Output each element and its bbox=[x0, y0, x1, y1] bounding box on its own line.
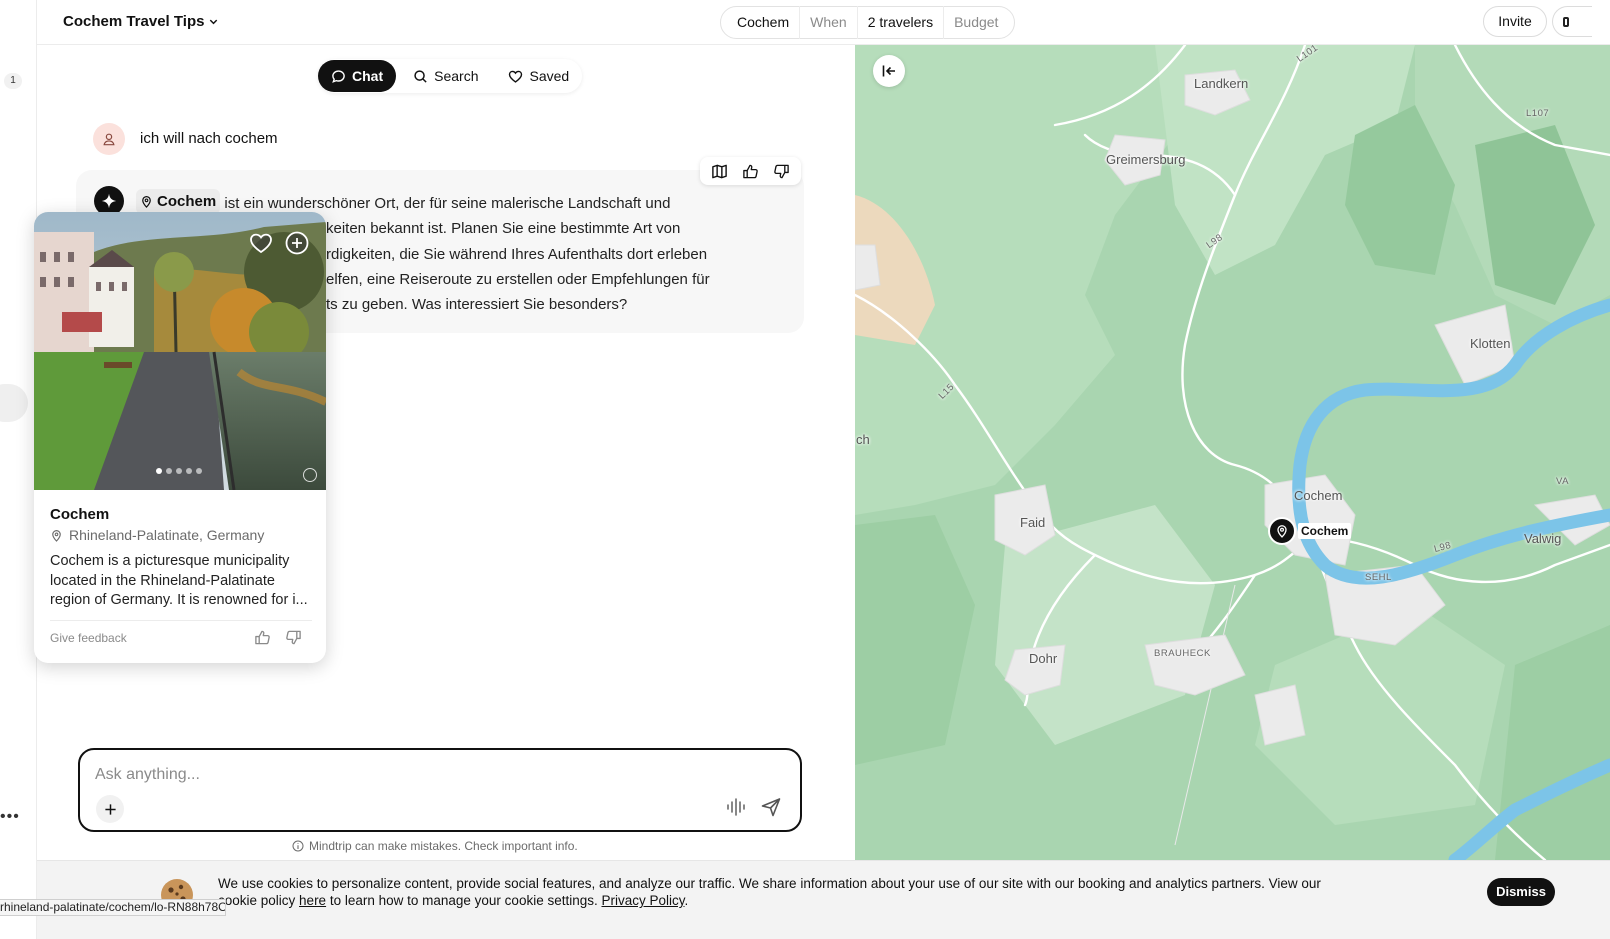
carousel-dot[interactable] bbox=[186, 468, 192, 474]
trip-details-bar: Cochem When 2 travelers Budget bbox=[720, 6, 1016, 39]
thumbs-down-button[interactable] bbox=[766, 157, 797, 185]
save-heart-icon[interactable] bbox=[248, 230, 274, 256]
disclaimer-text: Mindtrip can make mistakes. Check import… bbox=[309, 839, 578, 853]
map-label-sehl: SEHL bbox=[1365, 572, 1392, 583]
map-label-cochem: Cochem bbox=[1294, 488, 1343, 503]
cookie-policy-link[interactable]: here bbox=[299, 893, 326, 908]
send-icon[interactable] bbox=[760, 796, 782, 818]
tab-chat-label: Chat bbox=[352, 68, 384, 84]
photo-carousel-dots[interactable] bbox=[156, 468, 202, 474]
carousel-dot[interactable] bbox=[196, 468, 202, 474]
map-label-brauheck: BRAUHECK bbox=[1154, 648, 1211, 659]
view-tabs: Chat Search Saved bbox=[318, 59, 583, 93]
map-marker-label: Cochem bbox=[1298, 523, 1352, 539]
collapse-map-button[interactable] bbox=[873, 55, 905, 87]
map-label-ch: ch bbox=[856, 432, 870, 447]
place-card[interactable]: Cochem Rhineland-Palatinate, Germany Coc… bbox=[34, 212, 326, 663]
collapse-left-icon bbox=[882, 65, 895, 77]
message-actions bbox=[700, 157, 801, 185]
cookie-banner: We use cookies to personalize content, p… bbox=[37, 860, 1610, 939]
chat-bubble-icon bbox=[332, 69, 345, 83]
place-photo[interactable] bbox=[34, 212, 326, 490]
assistant-text-line: ist ein wunderschöner Ort, der für seine… bbox=[220, 195, 671, 213]
map-icon bbox=[712, 164, 727, 178]
map-label-valwig: Valwig bbox=[1524, 531, 1562, 546]
location-pin-icon bbox=[142, 196, 151, 209]
place-chip-label: Cochem bbox=[157, 193, 217, 210]
map-road-label: L107 bbox=[1526, 108, 1550, 119]
carousel-dot[interactable] bbox=[156, 468, 162, 474]
plus-icon bbox=[104, 803, 116, 815]
thumbs-up-icon bbox=[743, 164, 758, 178]
tab-saved[interactable]: Saved bbox=[495, 60, 582, 92]
dismiss-button[interactable]: Dismiss bbox=[1487, 878, 1555, 906]
place-description: Cochem is a picturesque municipality loc… bbox=[50, 553, 308, 609]
chat-composer bbox=[78, 748, 802, 832]
panel-toggle-button[interactable] bbox=[1552, 6, 1592, 37]
more-icon[interactable]: ••• bbox=[0, 809, 20, 825]
place-chip-cochem[interactable]: Cochem bbox=[136, 189, 221, 215]
user-avatar bbox=[93, 123, 125, 155]
carousel-dot[interactable] bbox=[176, 468, 182, 474]
chevron-down-icon bbox=[210, 19, 218, 25]
tab-saved-label: Saved bbox=[529, 68, 570, 84]
tab-search-label: Search bbox=[434, 68, 479, 84]
user-icon bbox=[103, 133, 115, 146]
add-to-trip-icon[interactable] bbox=[283, 229, 311, 257]
give-feedback-link[interactable]: Give feedback bbox=[50, 631, 127, 645]
heart-icon bbox=[509, 70, 523, 83]
place-name: Cochem bbox=[50, 506, 110, 523]
invite-button[interactable]: Invite bbox=[1483, 6, 1547, 37]
thumbs-down-icon[interactable] bbox=[285, 629, 302, 646]
map-view[interactable] bbox=[855, 45, 1610, 860]
disclaimer: Mindtrip can make mistakes. Check import… bbox=[292, 839, 578, 853]
location-pin-icon bbox=[52, 529, 61, 542]
carousel-dot[interactable] bbox=[166, 468, 172, 474]
location-pin-icon bbox=[1277, 525, 1287, 538]
map-label-greimersburg: Greimersburg bbox=[1106, 152, 1186, 167]
ask-anything-input[interactable] bbox=[95, 762, 775, 788]
card-feedback-actions bbox=[254, 629, 302, 646]
cookie-text: We use cookies to personalize content, p… bbox=[218, 875, 1338, 909]
tab-search[interactable]: Search bbox=[400, 60, 491, 92]
cookie-text-part: . bbox=[684, 893, 689, 908]
map-view-button[interactable] bbox=[704, 157, 735, 185]
top-bar: Cochem Travel Tips Cochem When 2 travele… bbox=[37, 0, 1610, 45]
thumbs-down-icon bbox=[774, 164, 789, 178]
photo-info-icon[interactable] bbox=[303, 468, 317, 482]
map-label-dohr: Dohr bbox=[1029, 651, 1058, 666]
left-rail: 1 ••• bbox=[0, 0, 37, 939]
privacy-policy-link[interactable]: Privacy Policy bbox=[601, 893, 684, 908]
info-icon bbox=[292, 840, 304, 852]
map-label-klotten: Klotten bbox=[1470, 336, 1511, 351]
panel-icon bbox=[1563, 17, 1569, 27]
place-location: Rhineland-Palatinate, Germany bbox=[50, 527, 264, 543]
sparkle-icon bbox=[101, 193, 117, 209]
map-road-label: VA bbox=[1556, 476, 1569, 487]
budget-button[interactable]: Budget bbox=[944, 6, 1008, 39]
rail-toggle[interactable] bbox=[0, 384, 28, 422]
notification-badge[interactable]: 1 bbox=[4, 73, 22, 89]
trip-title-dropdown[interactable]: Cochem Travel Tips bbox=[63, 13, 219, 30]
map-label-landkern: Landkern bbox=[1194, 76, 1249, 91]
map-label-faid: Faid bbox=[1020, 515, 1046, 530]
attach-button[interactable] bbox=[96, 795, 124, 823]
card-divider bbox=[50, 620, 312, 621]
travelers-button[interactable]: 2 travelers bbox=[858, 6, 945, 39]
thumbs-up-button[interactable] bbox=[735, 157, 766, 185]
cookie-text-part: to learn how to manage your cookie setti… bbox=[326, 893, 602, 908]
destination-button[interactable]: Cochem bbox=[727, 6, 801, 39]
place-location-text: Rhineland-Palatinate, Germany bbox=[69, 527, 265, 543]
trip-title: Cochem Travel Tips bbox=[63, 13, 205, 30]
search-icon bbox=[414, 69, 427, 83]
when-button[interactable]: When bbox=[800, 6, 858, 39]
tab-chat[interactable]: Chat bbox=[318, 60, 397, 92]
map-canvas bbox=[855, 45, 1610, 860]
user-message: ich will nach cochem bbox=[140, 130, 278, 147]
map-marker-cochem[interactable] bbox=[1268, 517, 1296, 545]
voice-icon[interactable] bbox=[725, 796, 747, 818]
thumbs-up-icon[interactable] bbox=[254, 629, 271, 646]
status-bar-url: rhineland-palatinate/cochem/lo-RN88h78O bbox=[0, 899, 226, 916]
